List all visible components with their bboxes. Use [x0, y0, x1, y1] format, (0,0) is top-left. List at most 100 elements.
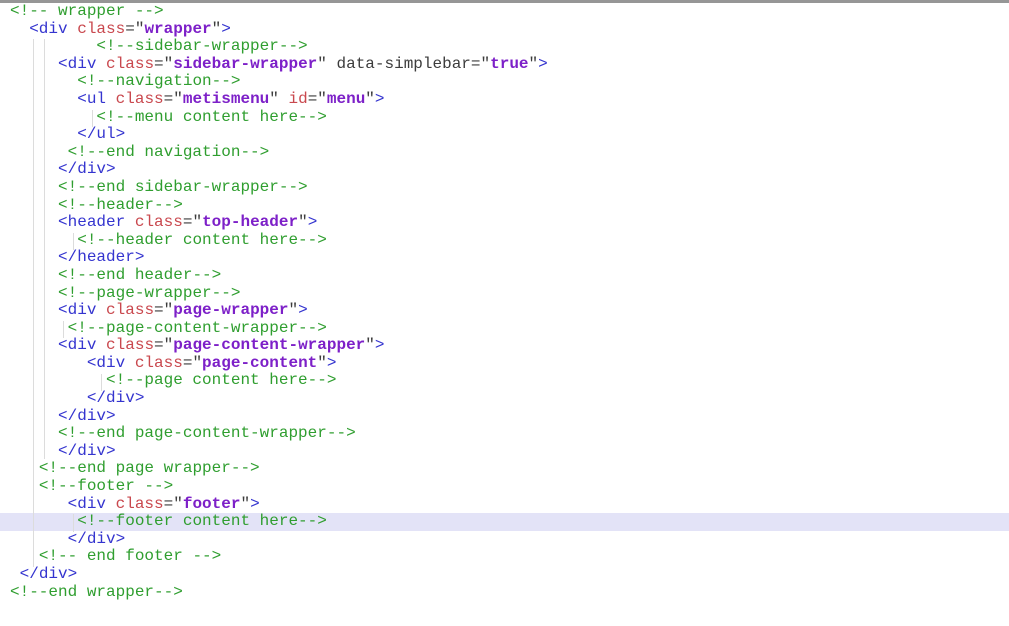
code-line: <!--end header-->: [0, 267, 1009, 285]
code-token-a: class: [116, 90, 164, 108]
code-line: <!--end page wrapper-->: [0, 460, 1009, 478]
code-token-p: =": [183, 354, 202, 372]
code-token-c: <!--header content here-->: [77, 231, 327, 249]
code-token-c: <!--end page-content-wrapper-->: [58, 424, 356, 442]
code-token-a: class: [106, 336, 154, 354]
code-line: </div>: [0, 566, 1009, 584]
code-token-p: =": [164, 495, 183, 513]
code-token-t: </div>: [20, 565, 78, 583]
indent-guide: [73, 514, 74, 532]
code-token-p: =": [125, 20, 144, 38]
indent-spaces: [10, 248, 58, 266]
code-token-p: ": [365, 336, 375, 354]
code-token-c: <!--navigation-->: [77, 72, 240, 90]
code-token-c: <!-- wrapper -->: [10, 2, 164, 20]
code-token-v: sidebar-wrapper: [173, 55, 317, 73]
code-token-c: <!--end page wrapper-->: [39, 459, 260, 477]
indent-spaces: [10, 389, 87, 407]
code-token-c: <!--page content here-->: [106, 371, 336, 389]
indent-guide: [44, 39, 45, 459]
indent-spaces: [10, 160, 58, 178]
indent-spaces: [10, 371, 106, 389]
code-token-t: <div: [29, 20, 67, 38]
indent-spaces: [10, 407, 58, 425]
indent-spaces: [10, 565, 20, 583]
code-line: <div class="footer">: [0, 496, 1009, 514]
indent-spaces: [10, 477, 39, 495]
indent-guide: [101, 374, 102, 392]
code-line: <!--end wrapper-->: [0, 584, 1009, 602]
code-token-t: </div>: [68, 530, 126, 548]
code-token-v: footer: [183, 495, 241, 513]
code-token-c: <!--footer -->: [39, 477, 173, 495]
indent-spaces: [10, 108, 96, 126]
code-token-v: page-content: [202, 354, 317, 372]
code-token-p: ": [365, 90, 375, 108]
code-token-p: ": [298, 213, 308, 231]
code-token-a: class: [135, 213, 183, 231]
code-token-v: true: [490, 55, 528, 73]
code-token-c: <!--sidebar-wrapper-->: [96, 37, 307, 55]
indent-spaces: [10, 547, 39, 565]
code-token-a: id: [288, 90, 307, 108]
code-token-c: <!--header-->: [58, 196, 183, 214]
indent-spaces: [10, 530, 68, 548]
code-token-a: class: [106, 55, 154, 73]
code-line: <div class="sidebar-wrapper" data-simple…: [0, 56, 1009, 74]
code-line: <!--end sidebar-wrapper-->: [0, 179, 1009, 197]
indent-spaces: [10, 266, 58, 284]
top-border: [0, 0, 1009, 3]
code-line: <header class="top-header">: [0, 214, 1009, 232]
code-token-p: ": [317, 354, 327, 372]
code-token-d: data-simplebar: [336, 55, 470, 73]
code-token-t: <div: [58, 336, 96, 354]
indent-spaces: [10, 143, 68, 161]
indent-guide: [33, 39, 34, 567]
code-token-t: >: [298, 301, 308, 319]
code-token-p: =": [308, 90, 327, 108]
code-token-c: <!--page-content-wrapper-->: [68, 319, 327, 337]
code-line: <!--end navigation-->: [0, 144, 1009, 162]
code-token-p: [125, 354, 135, 372]
code-line: <!--page content here-->: [0, 372, 1009, 390]
code-token-t: <div: [87, 354, 125, 372]
code-token-t: <ul: [77, 90, 106, 108]
highlighted-code-line: <!--footer content here-->: [0, 513, 1009, 531]
code-token-t: >: [327, 354, 337, 372]
indent-spaces: [10, 196, 58, 214]
code-line: <!--header content here-->: [0, 232, 1009, 250]
code-token-v: wrapper: [144, 20, 211, 38]
code-token-p: =": [164, 90, 183, 108]
code-token-a: class: [135, 354, 183, 372]
code-line: <div class="wrapper">: [0, 21, 1009, 39]
code-token-c: <!--end header-->: [58, 266, 221, 284]
code-token-p: =": [154, 336, 173, 354]
code-line: </div>: [0, 408, 1009, 426]
code-editor-area[interactable]: <!-- wrapper --> <div class="wrapper"> <…: [0, 3, 1009, 601]
code-token-t: >: [375, 336, 385, 354]
code-token-a: class: [116, 495, 164, 513]
code-token-t: </div>: [58, 407, 116, 425]
code-token-t: </div>: [58, 442, 116, 460]
indent-spaces: [10, 178, 58, 196]
code-token-t: >: [221, 20, 231, 38]
code-line: </header>: [0, 249, 1009, 267]
code-token-t: >: [375, 90, 385, 108]
code-token-p: =": [154, 301, 173, 319]
code-token-p: ": [288, 301, 298, 319]
code-line: <!-- end footer -->: [0, 548, 1009, 566]
indent-spaces: [10, 459, 39, 477]
code-token-a: class: [77, 20, 125, 38]
code-token-p: [125, 213, 135, 231]
indent-spaces: [10, 55, 58, 73]
code-line: <!-- wrapper -->: [0, 3, 1009, 21]
code-line: <!--menu content here-->: [0, 109, 1009, 127]
indent-spaces: [10, 336, 58, 354]
code-token-p: [106, 495, 116, 513]
code-token-t: >: [308, 213, 318, 231]
code-line: <div class="page-content-wrapper">: [0, 337, 1009, 355]
code-line: </div>: [0, 531, 1009, 549]
code-token-t: </div>: [87, 389, 145, 407]
indent-guide: [73, 233, 74, 251]
code-line: </ul>: [0, 126, 1009, 144]
